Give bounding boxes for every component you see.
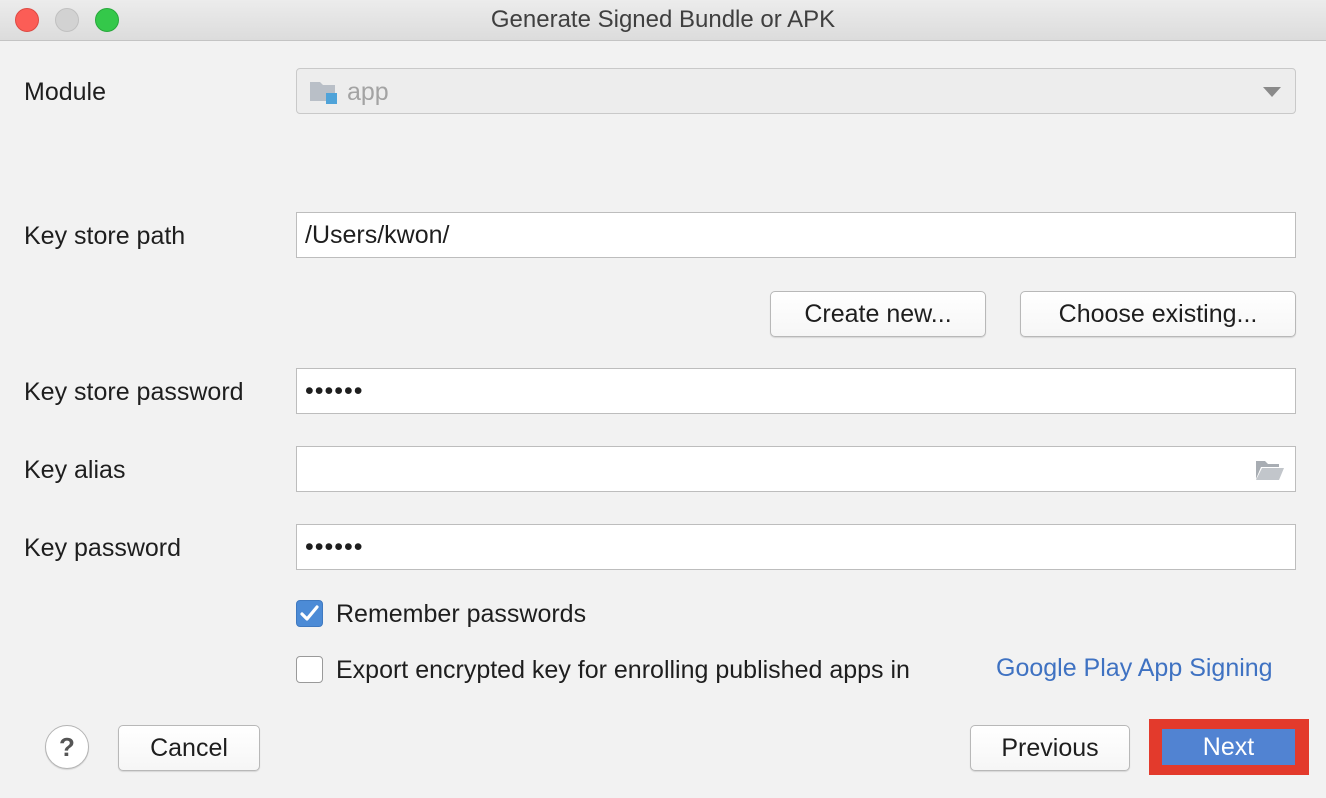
key-store-password-value: •••••• [305,377,364,405]
next-button[interactable]: Next [1162,729,1295,765]
key-store-path-label: Key store path [24,222,186,250]
title-bar: Generate Signed Bundle or APK [0,0,1326,41]
remember-passwords-label[interactable]: Remember passwords [336,600,586,629]
key-alias-label: Key alias [24,456,126,484]
key-password-value: •••••• [305,533,364,561]
window-title: Generate Signed Bundle or APK [490,6,836,33]
choose-existing-button[interactable]: Choose existing... [1020,291,1296,337]
module-label: Module [24,78,106,106]
key-store-path-input[interactable]: /Users/kwon/ [296,212,1296,258]
create-new-button[interactable]: Create new... [770,291,986,337]
help-button[interactable]: ? [45,725,89,769]
key-store-path-value: /Users/kwon/ [305,221,450,249]
export-encrypted-key-checkbox[interactable] [296,656,323,683]
key-password-label: Key password [24,534,182,562]
remember-passwords-checkbox[interactable] [296,600,323,627]
key-store-password-input[interactable]: •••••• [296,368,1296,414]
checkmark-icon [300,605,319,621]
chevron-down-icon[interactable] [1263,87,1281,97]
key-password-input[interactable]: •••••• [296,524,1296,570]
cancel-button[interactable]: Cancel [118,725,260,771]
dialog-window: Generate Signed Bundle or APK Module app… [0,0,1326,798]
module-value: app [347,78,389,106]
google-play-app-signing-link[interactable]: Google Play App Signing [996,654,1273,683]
key-store-password-label: Key store password [24,378,244,406]
module-folder-icon [310,82,337,104]
previous-button[interactable]: Previous [970,725,1130,771]
export-encrypted-key-label[interactable]: Export encrypted key for enrolling publi… [336,656,910,685]
folder-open-icon[interactable] [1255,459,1285,481]
key-alias-input[interactable] [296,446,1296,492]
module-select[interactable]: app [296,68,1296,114]
